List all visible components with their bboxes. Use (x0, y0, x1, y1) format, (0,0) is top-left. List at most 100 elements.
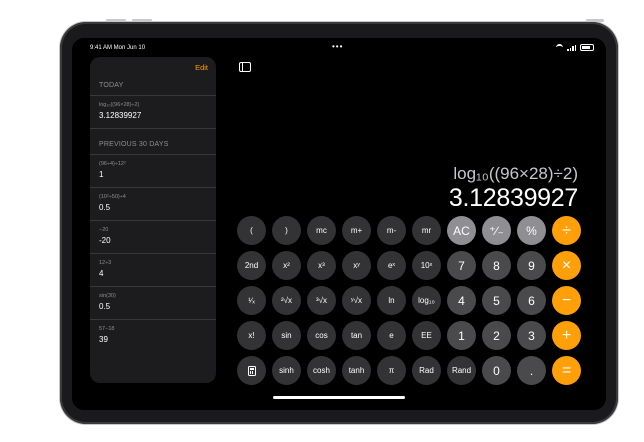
result-display: 3.12839927 (448, 184, 578, 212)
ln-key[interactable]: ln (377, 286, 406, 315)
pi-key[interactable]: π (377, 356, 406, 385)
ten-power-key[interactable]: 10ˣ (412, 251, 441, 280)
history-item[interactable]: 12÷3 4 (99, 260, 207, 278)
status-time: 9:41 AM Mon Jun 10 (90, 45, 146, 51)
history-item[interactable]: −20 -20 (99, 227, 207, 245)
key-label: 3 (528, 328, 535, 343)
cube-key[interactable]: x³ (307, 251, 336, 280)
divider (90, 154, 216, 155)
key-label: ʸ√x (351, 296, 362, 305)
key-label: sinh (279, 366, 294, 375)
sinh-key[interactable]: sinh (272, 356, 301, 385)
digit-0-key[interactable]: 0 (482, 356, 511, 385)
calculator-mode-button[interactable] (237, 356, 266, 385)
add-key[interactable]: + (552, 321, 581, 350)
percent-key[interactable]: % (517, 216, 546, 245)
history-item[interactable]: (96÷4)÷12² 1 (99, 161, 207, 179)
home-indicator[interactable] (273, 396, 405, 399)
key-label: 10ˣ (420, 261, 433, 270)
digit-1-key[interactable]: 1 (447, 321, 476, 350)
history-expression: 57−18 (99, 326, 115, 332)
key-label: 1 (458, 328, 465, 343)
rad-key[interactable]: Rad (412, 356, 441, 385)
history-expression: sin(30) (99, 293, 116, 299)
digit-7-key[interactable]: 7 (447, 251, 476, 280)
digit-3-key[interactable]: 3 (517, 321, 546, 350)
history-item[interactable]: 57−18 39 (99, 326, 207, 344)
key-label: ³√x (315, 296, 328, 305)
digit-8-key[interactable]: 8 (482, 251, 511, 280)
history-sidebar: Edit TODAY log₁₀((96×28)÷2) 3.12839927 P… (90, 57, 216, 383)
memory-subtract-key[interactable]: m- (377, 216, 406, 245)
history-result: 0.5 (99, 302, 111, 311)
memory-add-key[interactable]: m+ (342, 216, 371, 245)
cosh-key[interactable]: cosh (307, 356, 336, 385)
factorial-key[interactable]: x! (237, 321, 266, 350)
power-key[interactable]: xʸ (342, 251, 371, 280)
sin-key[interactable]: sin (272, 321, 301, 350)
history-item[interactable]: log₁₀((96×28)÷2) 3.12839927 (99, 102, 207, 120)
key-label: tanh (348, 366, 365, 375)
key-label: ⁺∕₋ (489, 223, 504, 238)
rand-key[interactable]: Rand (447, 356, 476, 385)
exp-key[interactable]: eˣ (377, 251, 406, 280)
all-clear-key[interactable]: AC (447, 216, 476, 245)
second-key[interactable]: 2nd (237, 251, 266, 280)
multiply-key[interactable]: × (552, 251, 581, 280)
history-item[interactable]: sin(30) 0.5 (99, 293, 207, 311)
key-label: eˣ (387, 261, 396, 270)
cos-key[interactable]: cos (307, 321, 336, 350)
e-key[interactable]: e (377, 321, 406, 350)
edit-button[interactable]: Edit (195, 63, 208, 72)
history-result: 3.12839927 (99, 111, 142, 120)
log10-key[interactable]: log₁₀ (412, 286, 441, 315)
decimal-key[interactable]: . (517, 356, 546, 385)
key-label: 9 (528, 258, 535, 273)
history-result: 1 (99, 170, 104, 179)
memory-clear-key[interactable]: mc (307, 216, 336, 245)
ee-key[interactable]: EE (412, 321, 441, 350)
top-button (586, 19, 604, 22)
square-root-key[interactable]: ²√x (272, 286, 301, 315)
reciprocal-key[interactable]: ¹∕ₓ (237, 286, 266, 315)
open-paren-key[interactable]: ( (237, 216, 266, 245)
history-item[interactable]: (10²÷50)÷4 0.5 (99, 194, 207, 212)
tanh-key[interactable]: tanh (342, 356, 371, 385)
key-label: ²√x (280, 296, 293, 305)
digit-6-key[interactable]: 6 (517, 286, 546, 315)
key-label: π (388, 366, 395, 375)
divide-key[interactable]: ÷ (552, 216, 581, 245)
close-paren-key[interactable]: ) (272, 216, 301, 245)
memory-recall-key[interactable]: mr (412, 216, 441, 245)
section-header-previous: PREVIOUS 30 DAYS (99, 141, 169, 148)
section-header-today: TODAY (99, 82, 124, 89)
key-label: sin (281, 331, 292, 340)
y-root-key[interactable]: ʸ√x (342, 286, 371, 315)
sidebar-toggle-icon[interactable] (239, 62, 251, 72)
digit-4-key[interactable]: 4 (447, 286, 476, 315)
key-label: x³ (318, 261, 325, 270)
key-label: ¹∕ₓ (248, 296, 255, 305)
divider (90, 319, 216, 320)
history-result: 39 (99, 335, 108, 344)
equals-key[interactable]: = (552, 356, 581, 385)
digit-5-key[interactable]: 5 (482, 286, 511, 315)
key-label: AC (453, 223, 470, 238)
plus-minus-key[interactable]: ⁺∕₋ (482, 216, 511, 245)
key-label: cosh (313, 366, 330, 375)
multitasking-dots-icon[interactable]: ••• (332, 42, 343, 51)
cube-root-key[interactable]: ³√x (307, 286, 336, 315)
tan-key[interactable]: tan (342, 321, 371, 350)
square-key[interactable]: x² (272, 251, 301, 280)
subtract-key[interactable]: − (552, 286, 581, 315)
key-label: e (389, 331, 394, 340)
status-icons (556, 44, 594, 51)
key-label: mr (421, 226, 432, 235)
key-label: 5 (493, 293, 500, 308)
digit-2-key[interactable]: 2 (482, 321, 511, 350)
divider (90, 286, 216, 287)
key-label: 0 (493, 363, 500, 378)
digit-9-key[interactable]: 9 (517, 251, 546, 280)
key-label: ( (250, 226, 253, 235)
key-label: 6 (528, 293, 535, 308)
